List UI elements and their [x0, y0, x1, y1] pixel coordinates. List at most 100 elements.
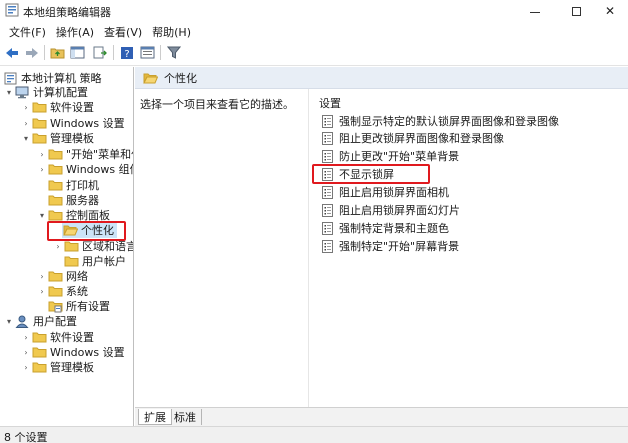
- folder-icon: [31, 100, 47, 114]
- setting-label: 阻止启用锁屏界面相机: [339, 186, 449, 199]
- setting-row[interactable]: 强制显示特定的默认锁屏界面图像和登录图像: [319, 113, 559, 129]
- highlight-box-no-lock-screen: [312, 164, 430, 184]
- setting-row[interactable]: 阻止更改锁屏界面图像和登录图像: [319, 130, 504, 146]
- setting-label: 强制特定背景和主题色: [339, 222, 449, 235]
- chevron-right-icon[interactable]: ›: [21, 344, 31, 360]
- folder-icon: [47, 178, 63, 192]
- tree-label: "开始"菜单和任: [66, 148, 133, 161]
- policy-editor-icon: [5, 3, 19, 17]
- filter-icon: [167, 46, 181, 59]
- menu-view[interactable]: 查看(V): [99, 22, 147, 40]
- console-tree-icon: [70, 46, 84, 59]
- menu-help[interactable]: 帮助(H): [147, 22, 196, 40]
- tree-item-start-menu[interactable]: › "开始"菜单和任: [37, 146, 133, 162]
- back-button[interactable]: [3, 44, 21, 61]
- tree-label: 网络: [66, 270, 88, 283]
- user-icon: [14, 314, 30, 328]
- description-text: 选择一个项目来查看它的描述。: [140, 98, 294, 111]
- setting-label: 强制显示特定的默认锁屏界面图像和登录图像: [339, 115, 559, 128]
- chevron-down-icon[interactable]: ▾: [4, 84, 14, 100]
- tree-label: 系统: [66, 285, 88, 298]
- tree-label: 软件设置: [50, 101, 94, 114]
- policy-setting-icon: [319, 114, 335, 128]
- description-panel: 选择一个项目来查看它的描述。: [135, 89, 309, 407]
- tree-label: 用户配置: [33, 315, 77, 328]
- tree-label: Windows 组件: [66, 163, 134, 176]
- forward-button[interactable]: [23, 44, 41, 61]
- tree-item-printers[interactable]: 打印机: [47, 177, 99, 193]
- close-icon: ✕: [604, 4, 616, 18]
- policy-setting-icon: [319, 185, 335, 199]
- chevron-right-icon[interactable]: ›: [37, 161, 47, 177]
- tree-item-network[interactable]: › 网络: [37, 268, 88, 284]
- export-list-button[interactable]: [90, 44, 108, 61]
- tree-label: 用户帐户: [82, 255, 126, 268]
- tree-label: 计算机配置: [33, 86, 88, 99]
- setting-row[interactable]: 强制特定背景和主题色: [319, 220, 449, 236]
- chevron-down-icon[interactable]: ▾: [37, 207, 47, 223]
- tree-item-region-language[interactable]: › 区域和语言: [53, 238, 133, 254]
- chevron-right-icon[interactable]: ›: [37, 268, 47, 284]
- policy-setting-icon: [319, 221, 335, 235]
- up-folder-button[interactable]: [48, 44, 66, 61]
- close-button[interactable]: ✕: [590, 0, 628, 22]
- tree-item-all-settings[interactable]: 所有设置: [47, 298, 110, 314]
- tree-label: 管理模板: [50, 361, 94, 374]
- tree-item-cc-windows[interactable]: › Windows 设置: [21, 115, 124, 131]
- folder-icon: [47, 193, 63, 207]
- settings-list[interactable]: 设置 强制显示特定的默认锁屏界面图像和登录图像 阻止更改锁屏界面图像和登录图像 …: [312, 89, 628, 407]
- chevron-down-icon[interactable]: ▾: [21, 130, 31, 146]
- export-list-icon: [93, 46, 107, 59]
- setting-label: 强制特定"开始"屏幕背景: [339, 240, 460, 253]
- tree-label: 服务器: [66, 194, 99, 207]
- maximize-icon: [571, 6, 581, 16]
- menu-file[interactable]: 文件(F): [4, 22, 51, 40]
- tree-label: 管理模板: [50, 132, 94, 145]
- show-tree-button[interactable]: [68, 44, 86, 61]
- details-header: 个性化: [135, 67, 628, 89]
- tree-item-uc-software[interactable]: › 软件设置: [21, 329, 94, 345]
- tree-item-computer-config[interactable]: ▾ 计算机配置: [4, 84, 88, 100]
- details-pane: 个性化 选择一个项目来查看它的描述。 设置 强制显示特定的默认锁屏界面图像和登录…: [135, 67, 628, 407]
- menu-bar: 文件(F) 操作(A) 查看(V) 帮助(H): [0, 22, 628, 40]
- details-header-title: 个性化: [164, 71, 197, 85]
- chevron-right-icon[interactable]: ›: [37, 146, 47, 162]
- properties-button[interactable]: [138, 44, 156, 61]
- menu-action[interactable]: 操作(A): [51, 22, 99, 40]
- tree-item-cc-software[interactable]: › 软件设置: [21, 99, 94, 115]
- policy-setting-icon: [319, 149, 335, 163]
- svg-text:?: ?: [124, 49, 129, 60]
- status-bar: 8 个设置: [0, 426, 628, 443]
- setting-row[interactable]: 防止更改"开始"菜单背景: [319, 148, 459, 164]
- chevron-right-icon[interactable]: ›: [21, 329, 31, 345]
- console-tree[interactable]: 本地计算机 策略 ▾ 计算机配置 › 软件设置 › Windows 设置 ▾ 管…: [0, 67, 134, 426]
- chevron-right-icon[interactable]: ›: [21, 99, 31, 115]
- minimize-button[interactable]: [515, 0, 555, 22]
- folder-icon: [31, 330, 47, 344]
- tree-item-user-accounts[interactable]: 用户帐户: [63, 253, 126, 269]
- tree-item-uc-windows[interactable]: › Windows 设置: [21, 344, 124, 360]
- tree-item-user-config[interactable]: ▾ 用户配置: [4, 313, 77, 329]
- tree-item-system[interactable]: › 系统: [37, 283, 88, 299]
- properties-icon: [140, 46, 154, 59]
- column-header-setting[interactable]: 设置: [319, 95, 341, 111]
- chevron-right-icon[interactable]: ›: [21, 359, 31, 375]
- setting-row[interactable]: 强制特定"开始"屏幕背景: [319, 238, 459, 254]
- tab-extended[interactable]: 扩展: [138, 409, 172, 425]
- tree-item-cc-admin-templates[interactable]: ▾ 管理模板: [21, 130, 94, 146]
- tree-item-windows-components[interactable]: › Windows 组件: [37, 161, 134, 177]
- setting-row[interactable]: 阻止启用锁屏界面幻灯片: [319, 202, 460, 218]
- chevron-right-icon[interactable]: ›: [53, 238, 63, 254]
- filter-button[interactable]: [165, 44, 183, 61]
- tree-label: 所有设置: [66, 300, 110, 313]
- toolbar: ?: [0, 40, 628, 66]
- help-button[interactable]: ?: [118, 44, 136, 61]
- chevron-right-icon[interactable]: ›: [37, 283, 47, 299]
- tree-item-uc-admin-templates[interactable]: › 管理模板: [21, 359, 94, 375]
- setting-row[interactable]: 阻止启用锁屏界面相机: [319, 184, 449, 200]
- chevron-down-icon[interactable]: ▾: [4, 313, 14, 329]
- tab-standard[interactable]: 标准: [169, 409, 202, 425]
- chevron-right-icon[interactable]: ›: [21, 115, 31, 131]
- tree-item-server[interactable]: 服务器: [47, 192, 99, 208]
- arrow-right-icon: [26, 47, 38, 58]
